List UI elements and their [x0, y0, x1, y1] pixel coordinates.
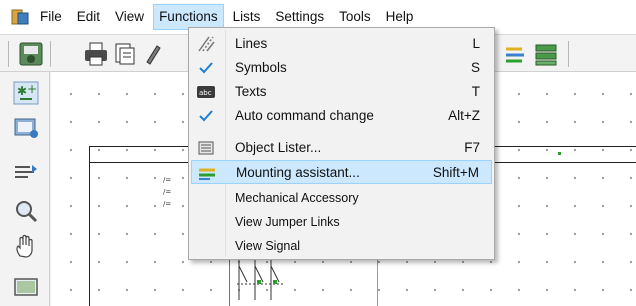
menu-item-shortcut: L [472, 36, 480, 51]
svg-text:/=: /= [163, 188, 171, 196]
menu-item-view-signal[interactable]: View Signal [191, 234, 492, 258]
wire-icon[interactable] [502, 40, 530, 68]
menu-item-label: Lines [235, 36, 268, 51]
menu-item-label: Symbols [235, 60, 287, 75]
insert-symbol-icon[interactable]: ✱ + [12, 80, 40, 106]
print-preview-icon[interactable] [111, 40, 139, 68]
toolbar-separator [568, 41, 569, 67]
menu-file[interactable]: File [34, 4, 68, 30]
pan-hand-icon[interactable] [12, 234, 40, 260]
menu-item-label: Mounting assistant... [236, 165, 360, 180]
menu-item-shortcut: T [471, 84, 480, 99]
menu-item-symbols[interactable]: Symbols S [191, 56, 492, 80]
mounting-rail-icon [198, 164, 216, 182]
svg-text:+: + [27, 82, 37, 96]
check-icon [197, 107, 215, 125]
svg-text:✱: ✱ [17, 84, 27, 98]
abc-text-icon: abc [197, 83, 215, 101]
menu-item-label: View Jumper Links [235, 215, 340, 229]
schematic-line [89, 146, 90, 306]
toolbar-separator [8, 41, 9, 67]
app-icon [10, 7, 30, 27]
connection-dot [558, 152, 561, 155]
menu-edit[interactable]: Edit [71, 4, 106, 30]
menu-item-shortcut: Alt+Z [448, 108, 480, 123]
toolbar-separator [50, 41, 51, 67]
menu-item-auto-command-change[interactable]: Auto command change Alt+Z [191, 104, 492, 128]
menu-item-shortcut: F7 [464, 140, 480, 155]
save-icon[interactable] [17, 40, 45, 68]
left-toolbar: ✱ + [0, 72, 50, 306]
menu-item-lines[interactable]: Lines L [191, 32, 492, 56]
align-icon[interactable] [12, 160, 40, 186]
print-icon[interactable] [82, 40, 110, 68]
check-icon [197, 59, 215, 77]
menu-item-texts[interactable]: abc Texts T [191, 80, 492, 104]
pen-icon[interactable] [143, 40, 163, 68]
menu-item-label: Object Lister... [235, 140, 322, 155]
menu-item-view-jumper-links[interactable]: View Jumper Links [191, 210, 492, 234]
menu-item-label: Mechanical Accessory [235, 191, 359, 205]
book-help-icon[interactable] [12, 114, 40, 140]
list-icon [197, 139, 215, 157]
menu-view[interactable]: View [109, 4, 150, 30]
svg-text:/=: /= [163, 176, 171, 184]
contact-symbols: /= /= /= [163, 176, 171, 208]
menu-item-label: Auto command change [235, 108, 374, 123]
terminal-strip-icon[interactable] [532, 40, 560, 68]
menu-item-mechanical-accessory[interactable]: Mechanical Accessory [191, 186, 492, 210]
menu-item-shortcut: S [470, 60, 480, 75]
contactor-symbol [237, 260, 283, 300]
menu-item-label: Texts [235, 84, 267, 99]
svg-text:abc: abc [199, 89, 212, 97]
zoom-icon[interactable] [12, 198, 40, 224]
sheet-icon[interactable] [12, 274, 40, 300]
functions-dropdown-menu: Lines L Symbols S abc Texts T Auto comma… [188, 27, 495, 260]
menu-item-shortcut: Shift+M [432, 165, 479, 180]
menu-item-mounting-assistant[interactable]: Mounting assistant... Shift+M [191, 160, 492, 184]
lines-icon [197, 35, 215, 53]
menu-item-label: View Signal [235, 239, 301, 253]
menu-item-object-lister[interactable]: Object Lister... F7 [191, 136, 492, 160]
svg-text:/=: /= [163, 200, 171, 208]
